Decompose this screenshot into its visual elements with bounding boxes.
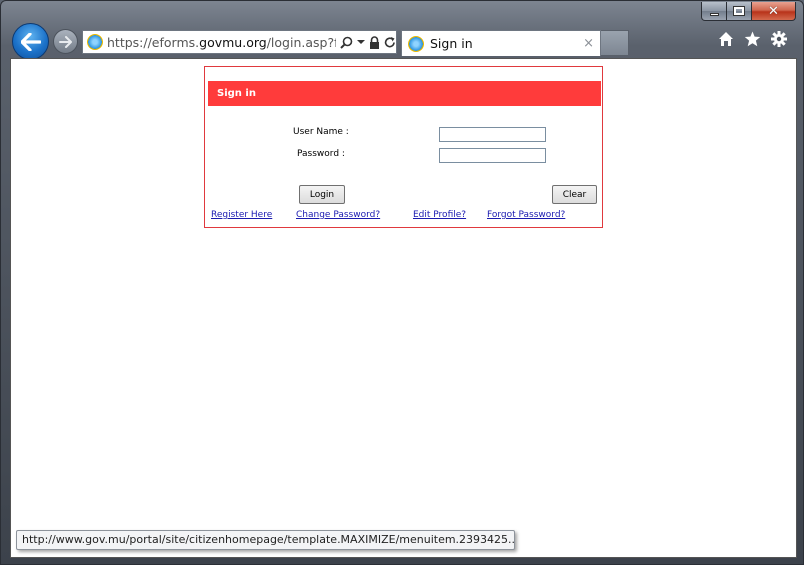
edit-profile-link[interactable]: Edit Profile? [413, 210, 466, 220]
login-button[interactable]: Login [299, 185, 345, 204]
new-tab-button[interactable] [601, 30, 629, 56]
dropdown-icon[interactable] [357, 39, 365, 45]
url-domain: govmu.org [199, 34, 267, 50]
change-password-link[interactable]: Change Password? [296, 210, 380, 220]
browser-window: ✕ https://eforms.govmu.org/login.asp?for… [0, 0, 804, 565]
minimize-button[interactable] [701, 2, 727, 21]
maximize-button[interactable] [727, 2, 752, 21]
url-prefix: https://eforms. [107, 34, 200, 50]
status-url-tooltip: http://www.gov.mu/portal/site/citizenhom… [16, 530, 515, 550]
forgot-password-link[interactable]: Forgot Password? [487, 210, 565, 220]
url-path: /login.asp?forn [266, 34, 336, 50]
star-icon[interactable] [744, 31, 761, 47]
refresh-icon[interactable] [384, 36, 396, 49]
maximize-icon [733, 6, 745, 16]
address-icons [340, 35, 396, 49]
tab-sign-in[interactable]: Sign in × [401, 30, 601, 56]
clear-button[interactable]: Clear [552, 185, 597, 204]
username-label: User Name : [293, 127, 349, 137]
back-button[interactable] [12, 23, 49, 60]
arrow-right-icon [59, 35, 72, 48]
tab-title: Sign in [430, 36, 473, 51]
gear-icon[interactable] [771, 31, 787, 47]
close-icon: ✕ [768, 3, 779, 19]
address-bar[interactable]: https://eforms.govmu.org/login.asp?forn [82, 30, 397, 54]
caption-buttons: ✕ [701, 2, 796, 22]
username-input[interactable] [439, 127, 546, 142]
address-url[interactable]: https://eforms.govmu.org/login.asp?forn [107, 35, 336, 50]
ie-logo-icon [87, 34, 103, 50]
tab-close-icon[interactable]: × [583, 36, 594, 51]
search-icon[interactable] [340, 36, 353, 49]
tab-favicon-icon [408, 35, 424, 52]
password-label: Password : [297, 149, 345, 159]
forward-button[interactable] [53, 29, 78, 54]
password-input[interactable] [439, 148, 546, 163]
register-link[interactable]: Register Here [211, 210, 272, 220]
browser-chrome: ✕ https://eforms.govmu.org/login.asp?for… [1, 1, 803, 60]
arrow-left-icon [20, 32, 41, 51]
toolbar-icons [718, 31, 787, 47]
signin-header: Sign in [208, 81, 601, 106]
home-icon[interactable] [718, 31, 734, 47]
page-content: Sign in User Name : Password : Login Cle… [10, 58, 797, 558]
close-window-button[interactable]: ✕ [752, 2, 796, 21]
minimize-icon [709, 12, 719, 16]
lock-icon[interactable] [369, 35, 380, 49]
signin-form: Sign in User Name : Password : Login Cle… [204, 66, 603, 228]
